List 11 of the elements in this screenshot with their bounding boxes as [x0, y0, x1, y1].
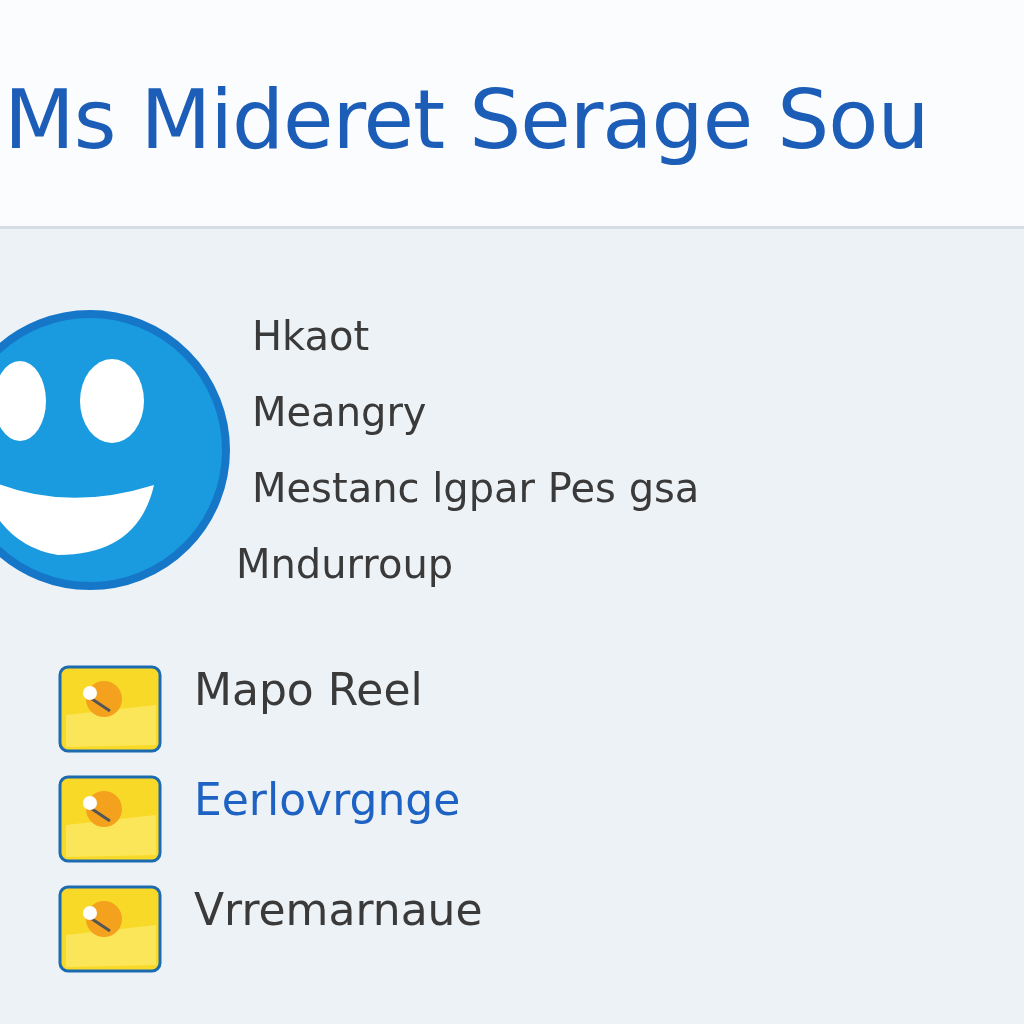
app-link[interactable]: Mapo Reel	[194, 663, 423, 715]
app-icon[interactable]	[58, 665, 162, 753]
page-title: Ms Mideret Serage Sou	[4, 71, 930, 167]
app-icon[interactable]	[58, 885, 162, 973]
app-link[interactable]: Eerlovrgnge	[194, 773, 461, 825]
profile-text: Mndurroup	[236, 541, 455, 587]
app-icon[interactable]	[58, 775, 162, 863]
profile-text: Mestanc lgpar Pes gsa	[252, 465, 700, 511]
profile-text: Meangry	[252, 389, 428, 435]
profile-text: Hkaot	[252, 313, 371, 359]
app-link[interactable]: Vrremarnaue	[194, 883, 483, 935]
